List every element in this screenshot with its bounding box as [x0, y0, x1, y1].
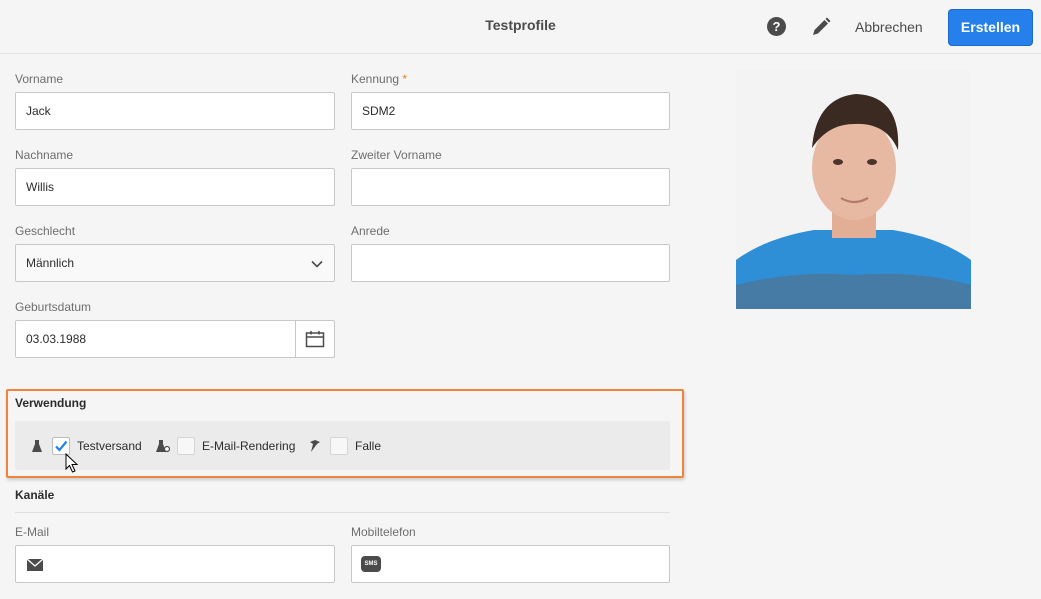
birthdate-field[interactable]: 03.03.1988	[15, 320, 335, 358]
lastname-field[interactable]: Willis	[15, 168, 335, 206]
help-icon[interactable]: ?	[767, 17, 786, 36]
email-label: E-Mail	[15, 525, 50, 539]
required-mark: *	[402, 72, 408, 86]
id-field[interactable]: SDM2	[351, 92, 670, 130]
firstname-field[interactable]: Jack	[15, 92, 335, 130]
lastname-value: Willis	[26, 180, 54, 194]
gender-select[interactable]: Männlich	[15, 244, 335, 282]
gender-label: Geschlecht	[15, 224, 76, 238]
sms-icon: SMS	[361, 556, 381, 572]
channels-divider	[15, 512, 670, 513]
chevron-down-icon	[311, 260, 323, 268]
id-label: Kennung *	[351, 72, 407, 86]
create-button[interactable]: Erstellen	[948, 9, 1033, 46]
birthdate-label: Geburtsdatum	[15, 300, 92, 314]
id-label-text: Kennung	[351, 72, 400, 86]
id-value: SDM2	[362, 104, 396, 118]
birthdate-value: 03.03.1988	[26, 332, 87, 346]
mobile-field[interactable]: SMS	[351, 545, 670, 583]
top-bar: Testprofile ? Abbrechen Erstellen	[0, 0, 1041, 54]
cancel-button[interactable]: Abbrechen	[846, 13, 932, 41]
gender-value: Männlich	[26, 256, 75, 270]
middlename-field[interactable]	[351, 168, 670, 206]
calendar-button[interactable]	[295, 321, 334, 357]
profile-photo	[736, 70, 971, 309]
channels-title: Kanäle	[15, 488, 55, 502]
pencil-icon[interactable]	[810, 16, 832, 38]
salutation-label: Anrede	[351, 224, 390, 238]
firstname-label: Vorname	[15, 72, 64, 86]
email-field[interactable]	[15, 545, 335, 583]
mobile-label: Mobiltelefon	[351, 525, 416, 539]
firstname-value: Jack	[26, 104, 51, 118]
salutation-field[interactable]	[351, 244, 670, 282]
envelope-icon	[26, 558, 44, 571]
lastname-label: Nachname	[15, 148, 74, 162]
usage-highlight-frame	[6, 389, 684, 478]
middlename-label: Zweiter Vorname	[351, 148, 442, 162]
calendar-icon	[305, 331, 325, 348]
